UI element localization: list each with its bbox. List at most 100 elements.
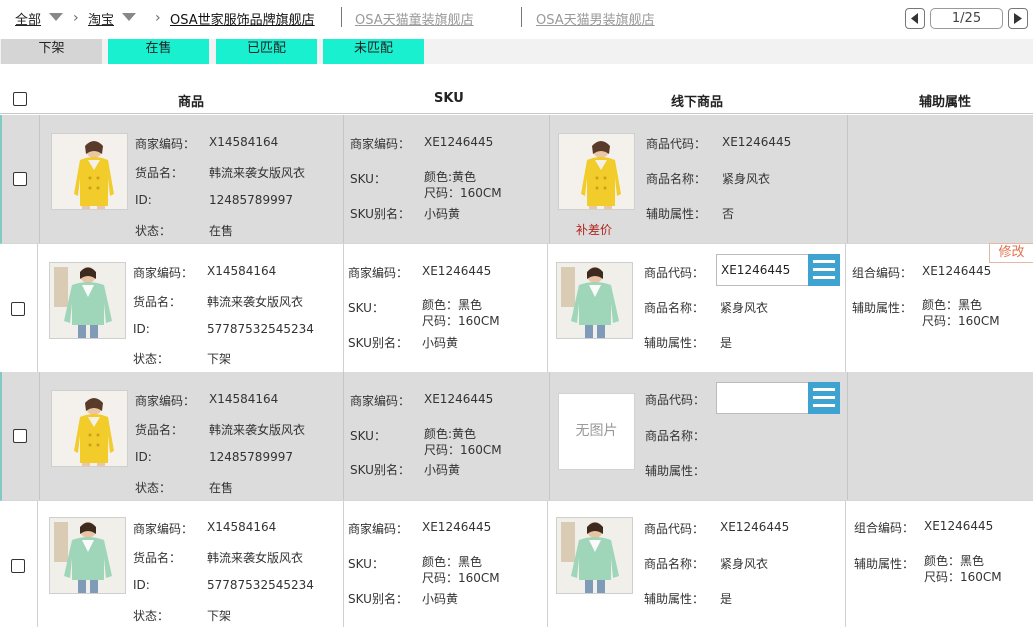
prev-page-button[interactable] — [905, 8, 925, 29]
divider — [343, 372, 344, 500]
table-row[interactable]: 商家编码： X14584164 货品名： 韩流来袭女版风衣 ID: 577875… — [0, 501, 1033, 627]
table-row[interactable]: 商家编码： X14584164 货品名： 韩流来袭女版风衣 ID: 124857… — [0, 115, 1033, 244]
list-icon[interactable] — [808, 254, 840, 286]
sku-alias-label: SKU别名： — [348, 336, 408, 350]
breadcrumb: 全部 › 淘宝 › OSA世家服饰品牌旗舰店 OSA天猫童装旗舰店 OSA天猫男… — [0, 0, 1033, 36]
divider — [845, 244, 846, 372]
goods-name-value: 韩流来袭女版风衣 — [207, 551, 304, 565]
merchant-code-label: 商家编码： — [133, 266, 194, 280]
filter-matched-button[interactable]: 已匹配 — [216, 39, 317, 64]
divider — [343, 501, 344, 627]
mint-coat-image — [557, 263, 633, 339]
product-code-value: XE1246445 — [722, 135, 792, 149]
row-checkbox[interactable] — [13, 429, 27, 443]
filter-unmatched-button[interactable]: 未匹配 — [323, 39, 424, 64]
mint-coat-image — [557, 518, 633, 594]
product-image[interactable] — [49, 517, 126, 594]
divider — [549, 115, 550, 243]
no-image-placeholder: 无图片 — [558, 393, 635, 470]
divider — [521, 7, 522, 27]
sku-size-value: 尺码：160CM — [424, 186, 502, 200]
store-tab-osa-kids[interactable]: OSA天猫童装旗舰店 — [355, 9, 474, 28]
divider — [343, 244, 344, 372]
goods-name-value: 韩流来袭女版风衣 — [207, 295, 304, 309]
row-checkbox[interactable] — [11, 302, 25, 316]
merchant-code-value: X14584164 — [209, 392, 279, 406]
product-code-label: 商品代码： — [644, 522, 705, 536]
product-code-input[interactable]: XE1246445 — [716, 254, 810, 286]
divider — [549, 372, 550, 500]
page-indicator[interactable]: 1/25 — [930, 8, 1003, 29]
sku-alias-value: 小码黄 — [422, 336, 459, 350]
goods-name-label: 货品名： — [135, 423, 184, 437]
mint-coat-image — [50, 518, 126, 594]
filter-onsale-button[interactable]: 在售 — [108, 39, 209, 64]
id-label: ID: — [133, 322, 150, 336]
sku-merchant-code-value: XE1246445 — [424, 135, 494, 149]
offline-product-image[interactable] — [558, 133, 635, 210]
status-value: 在售 — [209, 224, 234, 238]
offline-product-image[interactable] — [556, 262, 633, 339]
status-label: 状态： — [135, 224, 172, 238]
product-code-label: 商品代码： — [644, 266, 705, 280]
row-checkbox[interactable] — [13, 172, 27, 186]
divider — [37, 244, 38, 372]
product-image[interactable] — [49, 262, 126, 339]
header-sku: SKU — [434, 91, 464, 106]
chevron-down-icon[interactable] — [49, 13, 63, 21]
status-value: 在售 — [209, 481, 234, 495]
caret-left-icon — [911, 13, 918, 24]
divider — [343, 115, 344, 243]
product-code-label: 商品代码： — [645, 393, 706, 407]
merchant-code-value: X14584164 — [207, 520, 277, 534]
next-page-button[interactable] — [1008, 8, 1028, 29]
sku-alias-value: 小码黄 — [424, 463, 461, 477]
merchant-code-label: 商家编码： — [133, 522, 194, 536]
edit-button[interactable]: 修改 — [989, 243, 1033, 263]
divider — [847, 115, 848, 243]
product-name-label: 商品名称： — [645, 429, 706, 443]
price-diff-link[interactable]: 补差价 — [576, 221, 612, 238]
header-offline-product: 线下商品 — [671, 95, 724, 110]
filter-offshelf-button[interactable]: 下架 — [1, 39, 102, 64]
store-tab-osa-flagship[interactable]: OSA世家服饰品牌旗舰店 — [170, 9, 315, 28]
select-all-checkbox[interactable] — [13, 92, 27, 106]
table-row[interactable]: 商家编码： X14584164 货品名： 韩流来袭女版风衣 ID: 124857… — [0, 372, 1033, 501]
aux-attr-label: 辅助属性： — [644, 336, 705, 350]
sku-alias-label: SKU别名： — [348, 592, 408, 606]
merchant-code-value: X14584164 — [207, 264, 277, 278]
store-tab-osa-men[interactable]: OSA天猫男装旗舰店 — [536, 9, 655, 28]
goods-name-label: 货品名： — [135, 166, 184, 180]
breadcrumb-all[interactable]: 全部 — [15, 9, 41, 28]
breadcrumb-platform[interactable]: 淘宝 — [88, 9, 114, 28]
merchant-code-label: 商家编码： — [135, 137, 196, 151]
table-row[interactable]: 商家编码： X14584164 货品名： 韩流来袭女版风衣 ID: 577875… — [0, 244, 1033, 373]
product-image[interactable] — [51, 390, 128, 467]
aux-attr-label: 辅助属性： — [646, 207, 707, 221]
divider — [39, 115, 40, 243]
status-label: 状态： — [135, 481, 172, 495]
merchant-code-label: 商家编码： — [135, 394, 196, 408]
product-name-value: 紧身风衣 — [722, 172, 771, 186]
row-checkbox[interactable] — [11, 559, 25, 573]
divider — [845, 501, 846, 627]
status-value: 下架 — [207, 352, 232, 366]
product-image[interactable] — [51, 133, 128, 210]
aux-attr2-label: 辅助属性： — [852, 301, 913, 315]
sku-color-value: 颜色:黄色 — [424, 427, 477, 441]
product-name-label: 商品名称： — [646, 172, 707, 186]
aux-size-value: 尺码：160CM — [922, 314, 1000, 328]
chevron-right-icon: › — [73, 10, 79, 26]
divider — [847, 372, 848, 500]
id-label: ID: — [135, 193, 152, 207]
sku-color-value: 颜色：黑色 — [422, 298, 483, 312]
product-code-input[interactable] — [716, 382, 810, 414]
chevron-down-icon[interactable] — [122, 13, 136, 21]
aux-attr-label: 辅助属性： — [644, 592, 705, 606]
list-icon[interactable] — [808, 382, 840, 414]
id-value: 12485789997 — [209, 193, 293, 207]
product-name-value: 紧身风衣 — [720, 301, 769, 315]
aux-color-value: 颜色：黑色 — [924, 554, 985, 568]
offline-product-image[interactable] — [556, 517, 633, 594]
caret-right-icon — [1014, 13, 1022, 24]
